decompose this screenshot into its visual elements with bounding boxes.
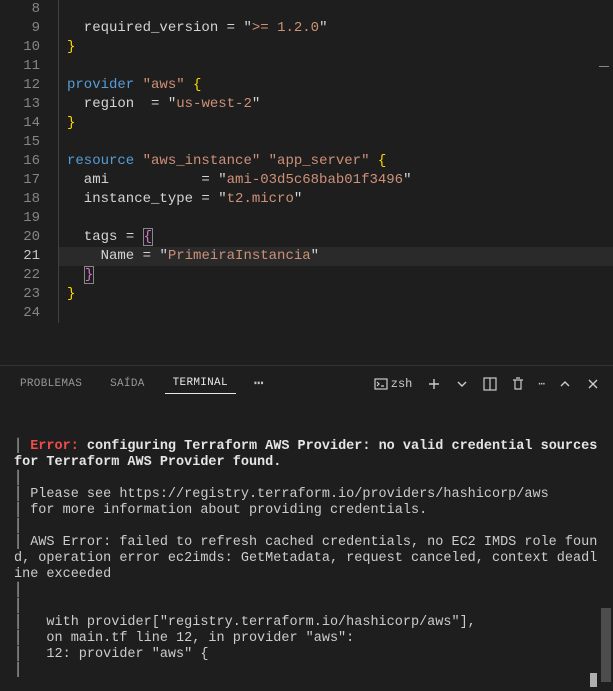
panel-tab-problemas[interactable]: PROBLEMAS xyxy=(12,374,90,394)
code-line[interactable]: region = "us-west-2" xyxy=(58,95,613,114)
new-terminal-button[interactable] xyxy=(426,376,442,392)
terminal-line: │ with provider["registry.terraform.io/h… xyxy=(14,615,599,631)
panel-tab-saída[interactable]: SAÍDA xyxy=(102,374,153,394)
code-line[interactable]: provider "aws" { xyxy=(58,76,613,95)
close-panel-button[interactable] xyxy=(585,376,601,392)
code-line[interactable]: tags = { xyxy=(58,228,613,247)
panel-actions: zsh ⋯ xyxy=(373,376,601,392)
line-number: 15 xyxy=(0,133,40,152)
line-number: 14 xyxy=(0,114,40,133)
line-number: 24 xyxy=(0,304,40,323)
code-line[interactable]: instance_type = "t2.micro" xyxy=(58,190,613,209)
code-line[interactable]: ami = "ami-03d5c68bab01f3496" xyxy=(58,171,613,190)
code-line[interactable] xyxy=(58,304,613,323)
line-number: 23 xyxy=(0,285,40,304)
code-editor[interactable]: 89101112131415161718192021222324 require… xyxy=(0,0,613,365)
code-line[interactable]: required_version = ">= 1.2.0" xyxy=(58,19,613,38)
terminal-line: │ xyxy=(14,599,599,615)
code-line[interactable]: } xyxy=(58,266,613,285)
terminal-line: │ xyxy=(14,519,599,535)
bottom-panel: PROBLEMAS SAÍDA TERMINAL ⋯ zsh ⋯ xyxy=(0,365,613,691)
line-number: 17 xyxy=(0,171,40,190)
panel-overflow-icon[interactable]: ⋯ xyxy=(538,377,545,391)
terminal-line: │ Error: configuring Terraform AWS Provi… xyxy=(14,439,599,471)
maximize-panel-button[interactable] xyxy=(557,376,573,392)
line-number: 13 xyxy=(0,95,40,114)
panel-tab-terminal[interactable]: TERMINAL xyxy=(165,373,236,394)
line-number: 9 xyxy=(0,19,40,38)
line-number: 12 xyxy=(0,76,40,95)
split-terminal-button[interactable] xyxy=(482,376,498,392)
line-number: 10 xyxy=(0,38,40,57)
terminal-line: │ xyxy=(14,663,599,679)
code-line[interactable]: resource "aws_instance" "app_server" { xyxy=(58,152,613,171)
code-line[interactable]: } xyxy=(58,114,613,133)
line-number: 16 xyxy=(0,152,40,171)
code-line[interactable]: Name = "PrimeiraInstancia" xyxy=(58,247,613,266)
line-number: 22 xyxy=(0,266,40,285)
minimap-indicator xyxy=(599,66,609,67)
code-line[interactable] xyxy=(58,0,613,19)
terminal-line: │ on main.tf line 12, in provider "aws": xyxy=(14,631,599,647)
line-number: 18 xyxy=(0,190,40,209)
line-number: 19 xyxy=(0,209,40,228)
terminal-profile-button[interactable]: zsh xyxy=(373,376,415,392)
terminal-line: │ 12: provider "aws" { xyxy=(14,647,599,663)
code-line[interactable]: } xyxy=(58,38,613,57)
code-line[interactable] xyxy=(58,209,613,228)
terminal-scrollbar[interactable] xyxy=(601,608,611,682)
line-number: 8 xyxy=(0,0,40,19)
line-number: 11 xyxy=(0,57,40,76)
terminal-line: │ AWS Error: failed to refresh cached cr… xyxy=(14,535,599,583)
terminal-output[interactable]: │ Error: configuring Terraform AWS Provi… xyxy=(0,401,613,691)
terminal-line: │ xyxy=(14,583,599,599)
code-line[interactable]: } xyxy=(58,285,613,304)
line-number: 20 xyxy=(0,228,40,247)
panel-tabs: PROBLEMAS SAÍDA TERMINAL ⋯ zsh ⋯ xyxy=(0,366,613,401)
terminal-line: │ Please see https://registry.terraform.… xyxy=(14,487,599,503)
terminal-cursor xyxy=(590,673,597,687)
line-number-gutter: 89101112131415161718192021222324 xyxy=(0,0,58,365)
line-number: 21 xyxy=(0,247,40,266)
terminal-line: │ xyxy=(14,471,599,487)
code-area[interactable]: required_version = ">= 1.2.0"} provider "… xyxy=(58,0,613,365)
code-line[interactable] xyxy=(58,57,613,76)
kill-terminal-button[interactable] xyxy=(510,376,526,392)
panel-more-icon[interactable]: ⋯ xyxy=(248,379,272,389)
code-line[interactable] xyxy=(58,133,613,152)
shell-name-label: zsh xyxy=(389,377,415,391)
terminal-line: │ for more information about providing c… xyxy=(14,503,599,519)
new-terminal-dropdown-icon[interactable] xyxy=(454,376,470,392)
